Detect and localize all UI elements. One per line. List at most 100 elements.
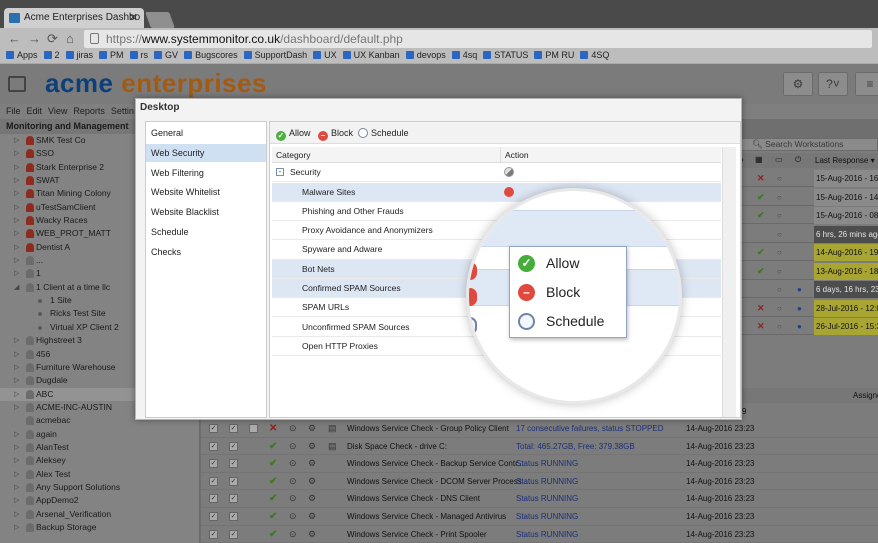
settings-button[interactable]: ⚙ [783,72,813,96]
reload-icon[interactable]: ⟳ [47,31,58,47]
check-result[interactable]: Status RUNNING [516,473,578,490]
bookmark-item[interactable]: GV [154,50,178,60]
dialog-nav-item[interactable]: Schedule [146,223,266,241]
security-group-row[interactable]: - Security [272,163,721,183]
row-checkbox[interactable]: ✓ [209,424,218,433]
expand-arrow-icon[interactable]: ▷ [14,374,19,387]
dialog-nav-item[interactable]: Checks [146,243,266,261]
back-icon[interactable]: ← [8,31,21,46]
expand-arrow-icon[interactable]: ▷ [14,481,19,494]
bookmark-item[interactable]: SupportDash [243,50,307,60]
workstation-row[interactable]: ✔ ○ 14-Aug-2016 - 19:0 [741,244,878,261]
bookmark-item[interactable]: PM RU [534,50,574,60]
block-icon[interactable] [504,186,514,197]
row-checkbox[interactable]: ✓ [209,441,218,451]
workstation-row[interactable]: ✕ ○ 15-Aug-2016 - 16:1 [741,170,878,187]
monitor-icon[interactable]: ▭ [775,155,783,164]
menu-item-allow[interactable]: ✓ Allow [510,249,626,278]
row-checkbox[interactable]: ✓ [229,441,238,451]
row-checkbox[interactable]: ✓ [209,529,218,539]
dialog-nav-item[interactable]: General [146,124,266,142]
check-result[interactable]: Status RUNNING [516,490,578,507]
detail-icon[interactable]: ▤ [328,438,337,455]
tree-item[interactable]: ▷ Any Support Solutions [0,481,199,494]
bookmark-item[interactable]: UX [313,50,337,60]
action-column-header[interactable]: Action [500,147,529,163]
expand-arrow-icon[interactable]: ▷ [14,388,19,401]
schedule-button[interactable]: Schedule [358,122,409,144]
bookmark-item[interactable]: STATUS [483,50,528,60]
workstation-row[interactable]: ✔ ○ 15-Aug-2016 - 14:1 [741,188,878,206]
expand-arrow-icon[interactable]: ▷ [14,521,19,534]
check-result[interactable]: 17 consecutive failures, status STOPPED [516,420,663,437]
bookmark-item[interactable]: Bugscores [184,50,238,60]
tree-item[interactable]: ▷ AlanTest [0,441,199,454]
calendar-icon[interactable]: ▦ [755,155,763,164]
help-button[interactable]: ?˅ [818,72,848,96]
workstation-row[interactable]: ✕ ○ ● 26-Jul-2016 - 15:32 [741,318,878,335]
check-row[interactable]: ✓ ✓ ✔ ⊙ ⚙ Windows Service Check - Backup Serv… [201,455,878,473]
block-button[interactable]: – Block [318,122,353,144]
expand-arrow-icon[interactable]: ▷ [14,174,19,187]
bookmark-item[interactable]: 2 [43,50,60,60]
more-button[interactable]: ≡ [855,72,878,96]
bookmark-item[interactable]: Apps [6,50,38,60]
check-result[interactable]: Status RUNNING [516,526,578,543]
expand-arrow-icon[interactable]: ▷ [14,267,19,280]
check-row[interactable]: ✓ ✓ ✔ ⊙ ⚙ Windows Service Check - Managed Ant… [201,508,878,526]
check-result[interactable]: Status RUNNING [516,455,578,472]
browser-tab[interactable]: Acme Enterprises Dashbo ✕ [4,8,144,28]
expand-arrow-icon[interactable]: ▷ [14,227,19,240]
collapse-icon[interactable]: - [276,168,284,176]
power-icon[interactable]: ⏻ [795,155,801,165]
check-row[interactable]: ✓ ✓ ✔ ⊙ ⚙ Windows Service Check - Print Spool… [201,526,878,543]
expand-arrow-icon[interactable]: ▷ [14,361,19,374]
last-response-header[interactable]: Last Response ▾ [815,156,875,165]
forward-icon[interactable]: → [28,31,41,46]
expand-arrow-icon[interactable]: ▷ [14,241,19,254]
row-checkbox[interactable]: ✓ [229,512,238,521]
dialog-nav-item[interactable]: Website Whitelist [146,183,266,201]
check-row[interactable]: ✓ ✓ ✕ ⊙ ⚙ ▤ Windows Service Check - Group Poli… [201,420,878,438]
expand-arrow-icon[interactable]: ▷ [14,201,19,214]
tree-item[interactable]: ▷ Backup Storage [0,521,199,534]
category-column-header[interactable]: Category [276,147,311,163]
tree-item[interactable]: ▷ Aleksey [0,454,199,467]
expand-arrow-icon[interactable]: ▷ [14,348,19,361]
dialog-nav-item[interactable]: Web Security [146,143,266,162]
expand-arrow-icon[interactable]: ▷ [14,494,19,507]
tree-item[interactable]: ▷ Alex Test [0,468,199,481]
url-field[interactable]: https://www.systemmonitor.co.uk/dashboar… [84,30,872,48]
expand-arrow-icon[interactable]: ▷ [14,161,19,174]
row-checkbox[interactable]: ✓ [209,476,218,486]
row-checkbox[interactable]: ✓ [229,459,238,469]
check-row[interactable]: ✓ ✓ ✔ ⊙ ⚙ ▤ Disk Space Check - drive C: Total: … [201,438,878,456]
tree-item[interactable]: ▷ AppDemo2 [0,494,199,507]
close-tab-icon[interactable]: ✕ [129,11,138,24]
expand-arrow-icon[interactable]: ◢ [14,281,19,294]
row-checkbox[interactable]: ✓ [229,424,238,433]
bookmark-item[interactable]: 4sq [451,50,477,60]
workstation-row[interactable]: ○ ● 6 days, 16 hrs, 23 m [741,281,878,298]
menu-item-block[interactable]: – Block [510,278,626,307]
row-checkbox[interactable]: ✓ [209,512,218,521]
check-row[interactable]: ✓ ✓ ✔ ⊙ ⚙ Windows Service Check - DCOM Server… [201,473,878,491]
row-checkbox[interactable]: ✓ [229,494,238,504]
tree-item[interactable]: ▷ again [0,428,199,441]
bookmark-item[interactable]: UX Kanban [342,50,400,60]
workstation-row[interactable]: ✕ ○ ● 28-Jul-2016 - 12:07 [741,299,878,317]
bookmark-item[interactable]: devops [405,50,446,60]
row-checkbox[interactable] [249,424,258,433]
menu-item[interactable]: File [6,106,21,116]
row-checkbox[interactable]: ✓ [209,494,218,504]
check-result[interactable]: Total: 465.27GB, Free: 379.38GB [516,438,635,455]
new-tab-button[interactable] [145,12,175,28]
bookmark-item[interactable]: 4SQ [580,50,609,60]
bookmark-item[interactable]: rs [129,50,148,60]
bookmark-item[interactable]: jiras [65,50,93,60]
row-checkbox[interactable]: ✓ [229,529,238,539]
category-row[interactable]: Malware Sites [272,182,721,202]
search-workstations-input[interactable]: 🔍︎ Search Workstations [741,138,878,151]
menu-item[interactable]: Reports [73,106,105,116]
menu-item[interactable]: Settin [111,106,134,116]
